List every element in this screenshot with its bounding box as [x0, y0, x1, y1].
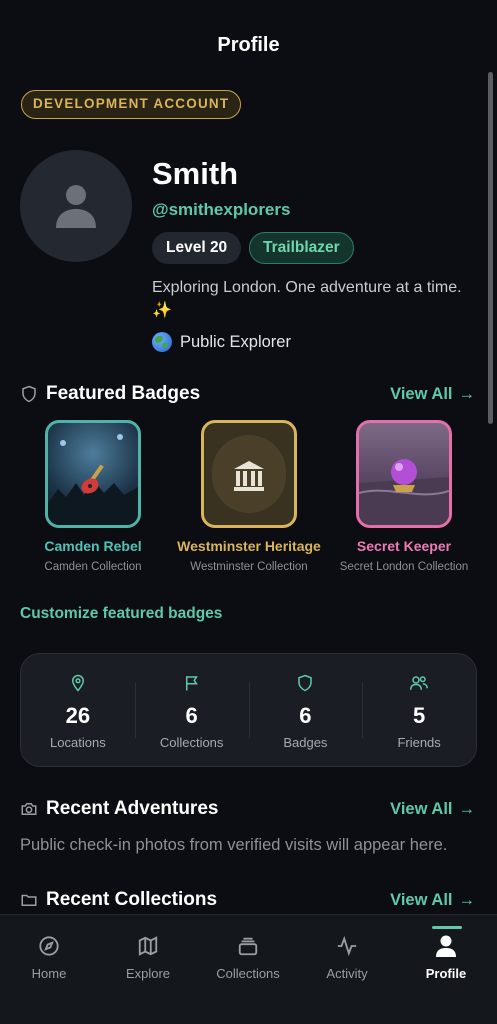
- map-pin-icon: [71, 674, 84, 692]
- stat-label: Badges: [283, 735, 328, 750]
- level-pill: Level 20: [152, 232, 242, 264]
- page-title: Profile: [217, 34, 280, 56]
- badge-camden-rebel[interactable]: Camden Rebel Camden Collection: [18, 420, 168, 573]
- featured-view-all-link[interactable]: View All →: [390, 385, 475, 404]
- layers-icon: [238, 937, 258, 956]
- map-icon: [138, 936, 158, 956]
- stat-collections[interactable]: 6 Collections: [134, 670, 249, 750]
- badge-image: [45, 420, 141, 528]
- stat-label: Locations: [50, 735, 106, 750]
- badge-westminster-heritage[interactable]: Westminster Heritage Westminster Collect…: [174, 420, 324, 573]
- badge-collection: Westminster Collection: [190, 561, 308, 573]
- tab-profile[interactable]: Profile: [401, 933, 491, 981]
- badge-collection: Secret London Collection: [339, 561, 469, 573]
- profile-bio: Exploring London. One adventure at a tim…: [152, 279, 462, 319]
- folder-icon: [21, 894, 37, 906]
- view-all-label: View All: [390, 385, 453, 403]
- badge-image: [356, 420, 452, 528]
- development-account-badge: DEVELOPMENT ACCOUNT: [21, 90, 242, 119]
- tab-collections[interactable]: Collections: [203, 933, 293, 981]
- users-icon: [410, 676, 429, 690]
- tab-bar: Home Explore Collections Activity Profil…: [0, 914, 497, 1024]
- stat-value: 26: [65, 703, 91, 728]
- stat-value: 6: [299, 703, 312, 728]
- tab-label: Collections: [216, 966, 280, 981]
- classical-building-icon: [234, 461, 264, 491]
- collections-view-all-link[interactable]: View All →: [390, 891, 475, 910]
- tab-activity[interactable]: Activity: [302, 933, 392, 981]
- globe-icon: [152, 332, 172, 352]
- user-icon: [56, 185, 96, 228]
- stat-badges[interactable]: 6 Badges: [248, 670, 363, 750]
- title-pill: Trailblazer: [249, 232, 354, 264]
- profile-handle: @smithexplorers: [152, 200, 291, 219]
- guitar-icon: [81, 464, 104, 494]
- tab-explore[interactable]: Explore: [103, 933, 193, 981]
- tab-label: Home: [31, 966, 67, 981]
- arrow-right-icon: →: [458, 800, 476, 818]
- avatar[interactable]: [20, 150, 132, 262]
- badge-collection: Camden Collection: [44, 561, 142, 573]
- crystal-ball-icon: [391, 459, 417, 492]
- badge-secret-keeper[interactable]: Secret Keeper Secret London Collection: [329, 420, 479, 573]
- stat-value: 6: [185, 703, 198, 728]
- stat-value: 5: [413, 703, 426, 728]
- view-all-label: View All: [390, 800, 453, 818]
- stats-card: 26 Locations 6 Collections 6 Badges 5 Fr…: [20, 653, 477, 767]
- stat-locations[interactable]: 26 Locations: [21, 670, 135, 750]
- stat-label: Friends: [397, 735, 441, 750]
- recent-collections-title: Recent Collections: [46, 889, 218, 910]
- visibility-label: Public Explorer: [180, 332, 291, 351]
- tab-label: Explore: [125, 966, 171, 981]
- tab-home[interactable]: Home: [4, 933, 94, 981]
- badge-name: Westminster Heritage: [177, 538, 321, 554]
- stat-label: Collections: [159, 735, 224, 750]
- visibility-status: Public Explorer: [152, 332, 291, 352]
- activity-icon: [337, 935, 357, 957]
- view-all-label: View All: [390, 891, 453, 909]
- camera-icon: [21, 803, 37, 815]
- badge-image: [201, 420, 297, 528]
- badge-name: Camden Rebel: [44, 538, 142, 554]
- recent-adventures-heading: Recent Adventures: [20, 798, 218, 820]
- user-icon: [436, 935, 456, 957]
- featured-badges-heading: Featured Badges: [20, 383, 200, 405]
- recent-adventures-title: Recent Adventures: [46, 798, 219, 819]
- flag-icon: [185, 676, 198, 691]
- shield-icon: [298, 674, 313, 692]
- tab-label: Profile: [425, 966, 467, 981]
- arrow-right-icon: →: [458, 385, 476, 403]
- shield-icon: [22, 385, 36, 403]
- badge-name: Secret Keeper: [356, 538, 452, 554]
- stat-friends[interactable]: 5 Friends: [362, 670, 476, 750]
- profile-name: Smith: [152, 156, 239, 191]
- compass-icon: [39, 936, 59, 956]
- customize-featured-badges-link[interactable]: Customize featured badges: [20, 605, 222, 623]
- adventures-view-all-link[interactable]: View All →: [390, 800, 475, 819]
- recent-collections-heading: Recent Collections: [20, 889, 217, 911]
- featured-badges-title: Featured Badges: [46, 383, 201, 404]
- active-tab-indicator: [432, 926, 462, 929]
- tab-label: Activity: [326, 966, 368, 981]
- arrow-right-icon: →: [458, 891, 476, 909]
- scrollbar[interactable]: [488, 72, 493, 424]
- adventures-empty-text: Public check-in photos from verified vis…: [20, 836, 448, 854]
